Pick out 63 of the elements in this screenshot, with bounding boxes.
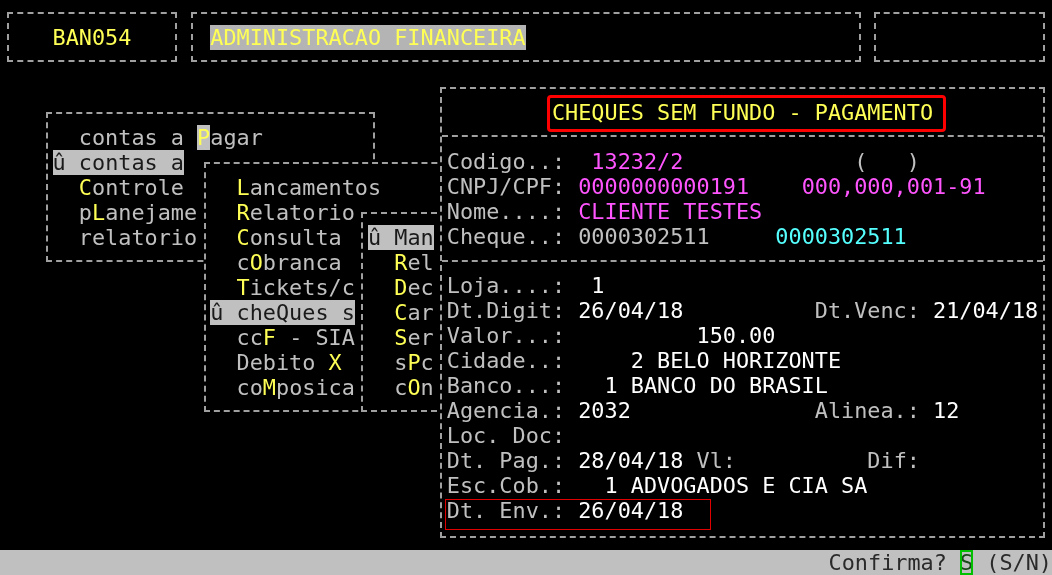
field-label: Nome....: [446, 198, 566, 224]
field-value: 2 BELO HORIZONTE [630, 348, 842, 373]
field-value: 1 BANCO DO BRASIL [604, 373, 828, 398]
menu-item[interactable]: cObranca [236, 250, 342, 275]
field-value: 0000000000191 [578, 173, 750, 199]
field-label: Dt.Digit: [446, 298, 566, 323]
menu-item[interactable]: Controle [78, 175, 184, 200]
menu-item[interactable]: Dec [394, 275, 434, 300]
field-value: ( ) [854, 148, 920, 174]
menu-item[interactable]: û contas a [52, 150, 184, 175]
field-label: Codigo..: [446, 148, 566, 174]
menu-item[interactable]: pLanejame [78, 200, 198, 225]
field-label: Cidade..: [446, 348, 566, 373]
menu-item[interactable]: Rel [394, 250, 434, 275]
field-value: CLIENTE TESTES [578, 198, 763, 224]
menu-item[interactable]: Debito X [236, 350, 342, 375]
menu-item[interactable]: û Man [367, 225, 434, 250]
menu-item[interactable]: coMposica [236, 375, 355, 400]
menu-item[interactable]: Relatorio [236, 200, 355, 225]
answer-options: (S/N) [986, 550, 1052, 575]
field-value: 000,000,001-91 [801, 173, 986, 199]
program-code: BAN054 [52, 24, 132, 50]
dialog-title: CHEQUES SEM FUNDO - PAGAMENTO [551, 99, 934, 125]
field-value: 26/04/18 [578, 498, 684, 523]
confirm-prompt: Confirma? [828, 550, 947, 575]
menu-item[interactable]: contas a Pagar [78, 125, 263, 150]
field-label: Dt. Pag.: [446, 448, 566, 473]
field-value: 2032 [578, 398, 631, 423]
menu-item[interactable]: ccF - SIA [236, 325, 355, 350]
field-label: CNPJ/CPF: [446, 173, 566, 199]
field-label: Alinea.: [814, 398, 920, 423]
field-label: Banco...: [446, 373, 566, 398]
menu-item[interactable]: Consulta [236, 225, 342, 250]
field-value: 0000302511 [578, 223, 710, 249]
field-label: Valor...: [446, 323, 566, 348]
menu-item[interactable]: û cheQues s [210, 300, 355, 325]
menu-item[interactable]: cOn [394, 375, 434, 400]
field-value: 1 [591, 273, 605, 298]
field-label: Loc. Doc: [446, 423, 566, 448]
menu-item[interactable]: sPc [394, 350, 434, 375]
field-label: Dif: [867, 448, 920, 473]
field-value: 12 [933, 398, 960, 423]
field-label: Dt. Env.: [446, 498, 566, 523]
answer-field[interactable]: S [960, 550, 974, 575]
module-title: ADMINISTRACAO FINANCEIRA [210, 24, 526, 50]
field-value: 13232/2 [591, 148, 684, 174]
menu-item[interactable]: Ser [394, 325, 434, 350]
menu-item[interactable]: relatorio [78, 225, 198, 250]
field-label: Agencia.: [446, 398, 566, 423]
field-value: 0000302511 [775, 223, 907, 249]
menu-item[interactable]: Car [394, 300, 434, 325]
field-value: 1 ADVOGADOS E CIA SA [604, 473, 868, 498]
field-label: Loja....: [446, 273, 566, 298]
field-label: Vl: [696, 448, 736, 473]
field-label: Cheque..: [446, 223, 566, 249]
field-label: Esc.Cob.: [446, 473, 566, 498]
menu-item[interactable]: Tickets/c [236, 275, 355, 300]
field-value: 26/04/18 [578, 298, 684, 323]
field-label: Dt.Venc: [814, 298, 920, 323]
field-value: 150.00 [696, 323, 776, 348]
field-value: 28/04/18 [578, 448, 684, 473]
menu-item[interactable]: Lancamentos [236, 175, 382, 200]
field-value: 21/04/18 [933, 298, 1039, 323]
